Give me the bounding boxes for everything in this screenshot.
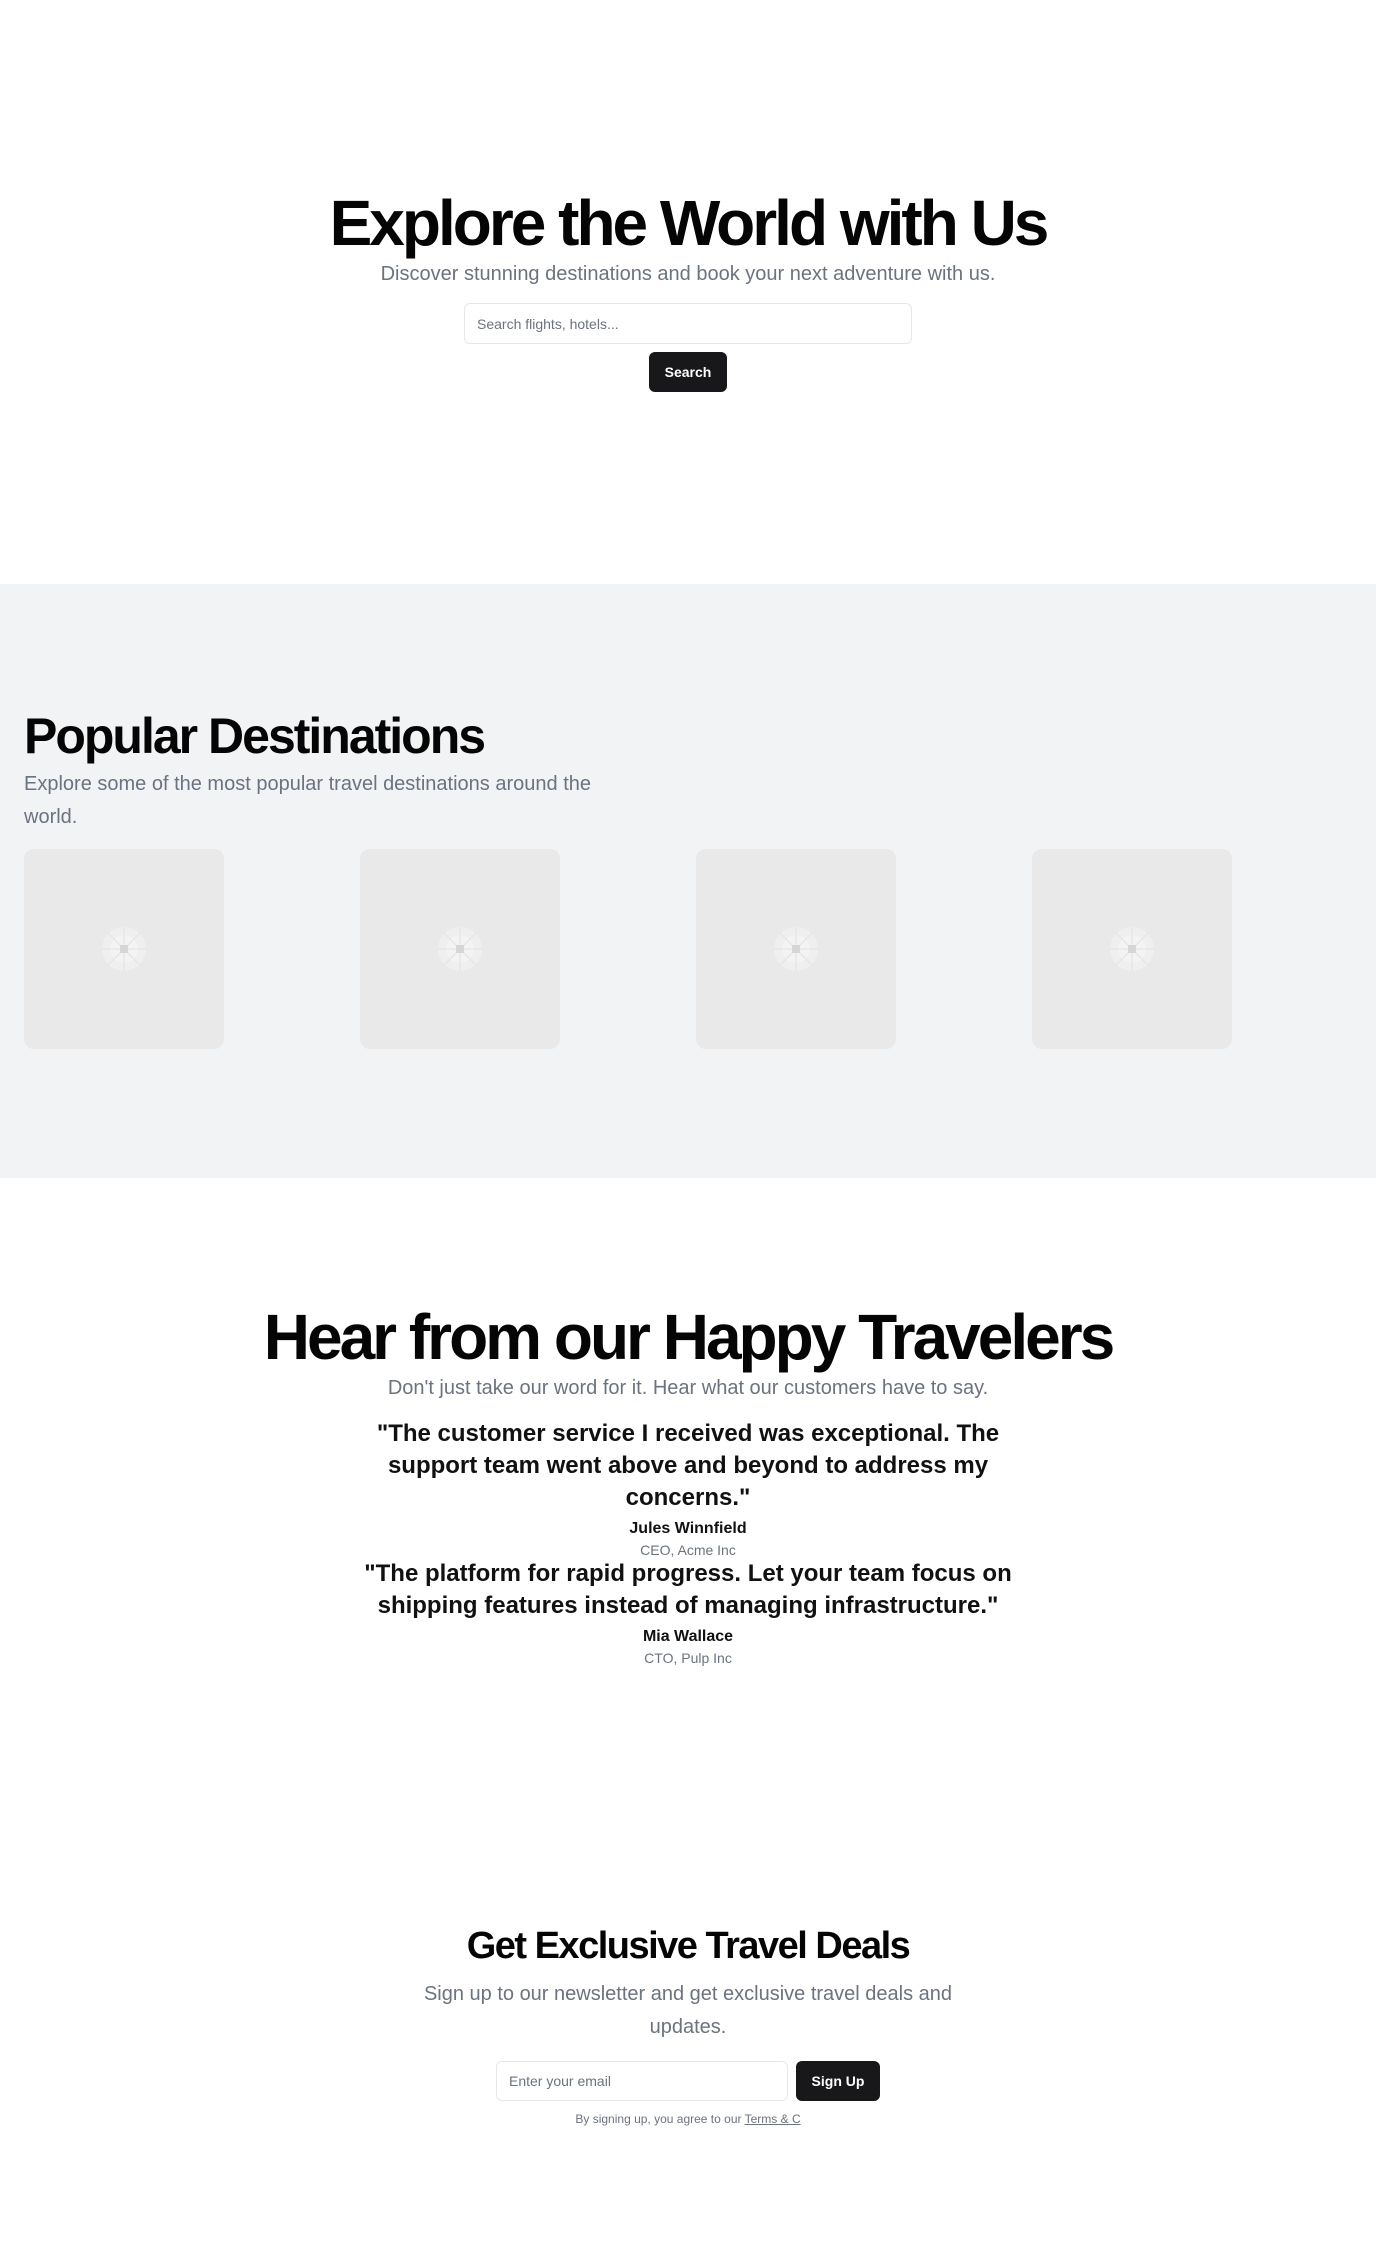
hero-subtitle: Discover stunning destinations and book …	[380, 263, 996, 285]
newsletter-title: Get Exclusive Travel Deals	[466, 1925, 911, 1967]
testimonials-title: Hear from our Happy Travelers	[263, 1301, 1115, 1373]
destinations-section: Popular Destinations Explore some of the…	[0, 584, 1376, 1178]
testimonial-name: Jules Winnfield	[629, 1520, 747, 1537]
hero-title: Explore the World with Us	[329, 187, 1050, 259]
search-button[interactable]: Search	[649, 352, 727, 392]
image-placeholder-icon	[1110, 927, 1154, 971]
terms-link[interactable]: Terms & C	[745, 2112, 801, 2126]
destination-card[interactable]	[24, 849, 224, 1049]
email-field[interactable]	[496, 2061, 788, 2101]
testimonials-section: Hear from our Happy Travelers Don't just…	[0, 1178, 1376, 1738]
testimonial-role: CEO, Acme Inc	[640, 1542, 736, 1558]
destination-card[interactable]	[360, 849, 560, 1049]
image-placeholder-icon	[774, 927, 818, 971]
search-input[interactable]	[464, 303, 912, 344]
testimonial: "The customer service I received was exc…	[338, 1418, 1038, 1560]
newsletter-subtitle: Sign up to our newsletter and get exclus…	[423, 1983, 953, 2038]
sign-up-button[interactable]: Sign Up	[796, 2061, 880, 2101]
testimonials-subtitle: Don't just take our word for it. Hear wh…	[387, 1377, 989, 1399]
image-placeholder-icon	[438, 927, 482, 971]
destination-card[interactable]	[696, 849, 896, 1049]
testimonial-quote: "The platform for rapid progress. Let yo…	[364, 1560, 1012, 1619]
terms-prefix: By signing up, you agree to our	[575, 2112, 745, 2126]
destinations-title: Popular Destinations	[24, 708, 486, 764]
testimonial-quote: "The customer service I received was exc…	[376, 1420, 1000, 1511]
hero-section: Explore the World with Us Discover stunn…	[0, 0, 1376, 584]
testimonial-name: Mia Wallace	[642, 1628, 734, 1645]
newsletter-section: Get Exclusive Travel Deals Sign up to ou…	[0, 1738, 1376, 2251]
testimonial: "The platform for rapid progress. Let yo…	[338, 1558, 1038, 1668]
terms-note: By signing up, you agree to our Terms & …	[0, 2111, 1376, 2127]
testimonial-role: CTO, Pulp Inc	[644, 1650, 732, 1666]
image-placeholder-icon	[102, 927, 146, 971]
destinations-subtitle: Explore some of the most popular travel …	[24, 773, 591, 828]
destination-card[interactable]	[1032, 849, 1232, 1049]
